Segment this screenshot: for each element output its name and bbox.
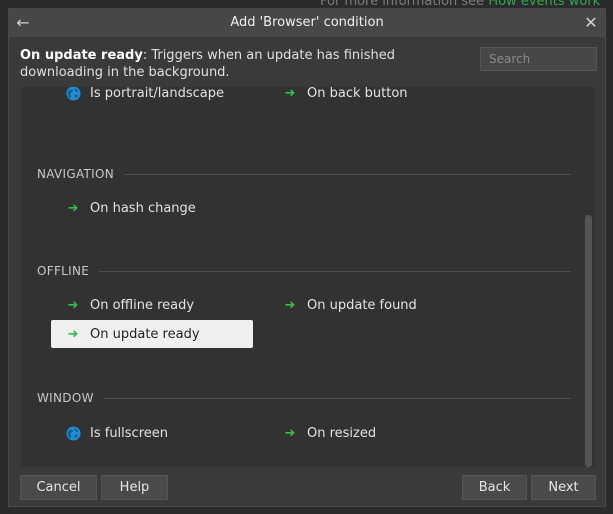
list-item-on-hash-change[interactable]: ➜ On hash change [57,194,196,222]
trigger-arrow-icon: ➜ [67,326,79,342]
list-item-on-offline-ready[interactable]: ➜ On offline ready [57,291,195,319]
section-divider [103,397,571,399]
list-item-label: Is portrait/landscape [90,87,224,101]
list-item-on-resized[interactable]: ➜ On resized [274,419,377,447]
trigger-arrow-icon: ➜ [67,200,79,216]
list-scrollbar[interactable] [585,215,592,467]
trigger-arrow-icon: ➜ [284,87,296,101]
next-button[interactable]: Next [531,475,596,500]
section-title: NAVIGATION [37,167,115,181]
section-header-navigation: NAVIGATION [37,165,571,183]
condition-description: On update ready: Triggers when an update… [20,47,470,81]
list-item-label: Is fullscreen [90,425,168,441]
description-condition-name: On update ready [20,48,143,63]
trigger-arrow-icon: ➜ [284,425,296,441]
list-item-on-back-button[interactable]: ➜ On back button [274,87,408,107]
cancel-button[interactable]: Cancel [20,475,97,500]
list-item-label: On update found [307,297,417,313]
list-item-on-update-ready[interactable]: ➜ On update ready [51,320,253,348]
section-header-window: WINDOW [37,389,571,407]
globe-icon [65,87,81,101]
globe-icon [65,425,81,441]
back-button[interactable]: Back [462,475,527,500]
section-divider [99,270,571,272]
add-condition-dialog: ← Add 'Browser' condition ✕ On update re… [8,8,606,507]
search-input[interactable] [480,47,597,71]
dialog-title: Add 'Browser' condition [230,15,384,30]
list-item-label: On hash change [90,200,196,216]
dialog-titlebar: ← Add 'Browser' condition ✕ [9,9,605,37]
list-item-label: On update ready [90,326,200,342]
list-item-label: On resized [307,425,377,441]
condition-list: Is portrait/landscape ➜ On back button N… [21,87,595,467]
trigger-arrow-icon: ➜ [284,297,296,313]
close-icon[interactable]: ✕ [581,13,601,33]
list-item-label: On back button [307,87,408,101]
list-item-is-fullscreen[interactable]: Is fullscreen [57,419,168,447]
list-item-on-update-found[interactable]: ➜ On update found [274,291,417,319]
section-header-offline: OFFLINE [37,262,571,280]
list-item-is-portrait-landscape[interactable]: Is portrait/landscape [57,87,224,107]
list-item-label: On offline ready [90,297,195,313]
section-title: WINDOW [37,391,94,405]
section-title: OFFLINE [37,264,90,278]
trigger-arrow-icon: ➜ [67,297,79,313]
help-button[interactable]: Help [101,475,168,500]
section-divider [124,173,571,175]
